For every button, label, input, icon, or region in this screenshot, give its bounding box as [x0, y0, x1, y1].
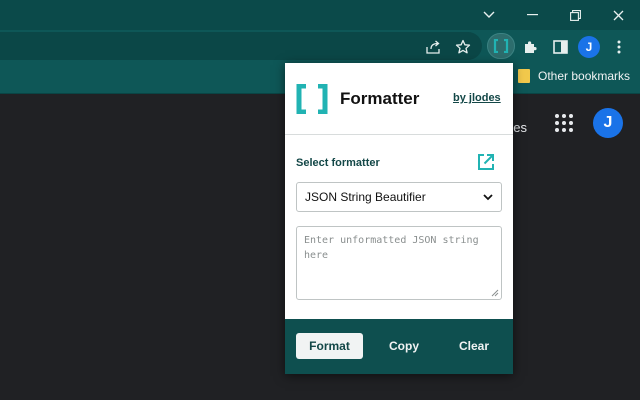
unformatted-input[interactable] — [296, 226, 502, 300]
popup-header: Formatter by jlodes — [285, 63, 513, 135]
address-bar[interactable] — [0, 32, 482, 60]
formatter-popup: Formatter by jlodes Select formatter JSO… — [285, 63, 513, 374]
popup-footer: Format Copy Clear — [285, 319, 513, 374]
puzzle-icon — [524, 40, 537, 53]
open-in-new-icon[interactable] — [476, 152, 496, 172]
share-icon — [426, 40, 440, 54]
extensions-button[interactable] — [519, 36, 541, 58]
minimize-icon — [526, 14, 538, 16]
clear-button[interactable]: Clear — [445, 333, 503, 359]
profile-avatar-button[interactable]: J — [578, 36, 600, 58]
minimize-button[interactable] — [511, 0, 553, 30]
page-profile-avatar[interactable]: J — [593, 108, 623, 138]
apps-grid-icon[interactable] — [554, 113, 574, 133]
bookmark-star-button[interactable] — [452, 36, 474, 58]
share-button[interactable] — [423, 36, 445, 58]
popup-title: Formatter — [340, 89, 420, 108]
close-button[interactable] — [597, 0, 639, 30]
copy-button[interactable]: Copy — [375, 333, 433, 359]
formatter-select-value: JSON String Beautifier — [305, 190, 426, 204]
brackets-logo-icon — [296, 84, 328, 114]
author-link[interactable]: by jlodes — [453, 92, 501, 104]
close-icon — [613, 10, 623, 20]
side-panel-icon — [552, 40, 568, 54]
restore-icon — [569, 9, 581, 21]
chevron-down-icon — [483, 193, 493, 200]
formatter-select[interactable]: JSON String Beautifier — [296, 182, 502, 212]
brackets-icon — [493, 39, 509, 53]
formatter-extension-button[interactable] — [487, 33, 515, 59]
format-button[interactable]: Format — [296, 333, 363, 359]
browser-toolbar: J — [0, 30, 640, 62]
select-formatter-label: Select formatter — [296, 157, 380, 169]
other-bookmarks-label: Other bookmarks — [538, 69, 631, 83]
folder-icon — [518, 69, 530, 83]
resize-grip-icon[interactable] — [491, 289, 499, 297]
other-bookmarks-folder[interactable]: Other bookmarks — [518, 69, 630, 83]
browser-menu-button[interactable] — [608, 36, 630, 58]
tab-search-button[interactable] — [468, 0, 510, 30]
star-icon — [455, 39, 471, 54]
restore-button[interactable] — [554, 0, 596, 30]
chevron-down-icon — [483, 11, 495, 18]
more-vertical-icon — [617, 40, 621, 54]
title-bar — [0, 0, 640, 30]
side-panel-button[interactable] — [549, 36, 571, 58]
